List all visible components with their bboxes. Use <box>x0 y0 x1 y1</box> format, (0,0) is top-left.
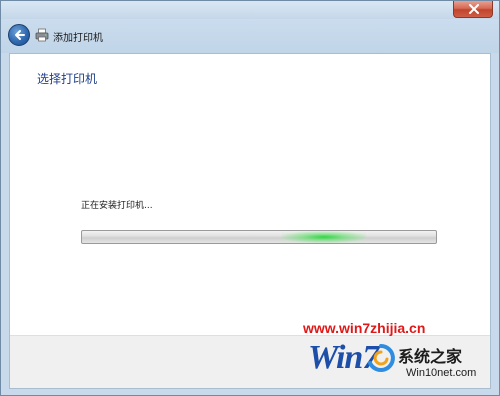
progress-marquee-glow <box>282 231 366 243</box>
back-arrow-icon <box>15 30 25 40</box>
back-button[interactable] <box>8 24 30 46</box>
window-titlebar[interactable] <box>1 1 499 19</box>
watermark-logo: Win7 系统之家 Win10net.com <box>308 339 498 395</box>
swirl-logo-icon <box>368 344 395 372</box>
close-icon <box>469 4 479 14</box>
add-printer-window: 添加打印机 选择打印机 正在安装打印机... www.win7zhijia.cn… <box>0 0 500 396</box>
watermark-domain: Win10net.com <box>406 367 477 379</box>
page-heading: 选择打印机 <box>37 72 98 86</box>
wizard-title: 添加打印机 <box>53 33 103 44</box>
watermark-brand: 系统之家 <box>398 347 463 366</box>
install-progress-bar <box>81 230 437 244</box>
wizard-navigation-bar: 添加打印机 <box>1 19 499 53</box>
close-button[interactable] <box>453 1 493 18</box>
printer-icon <box>35 28 49 42</box>
watermark-url: www.win7zhijia.cn <box>303 320 426 336</box>
install-status-text: 正在安装打印机... <box>81 201 153 211</box>
